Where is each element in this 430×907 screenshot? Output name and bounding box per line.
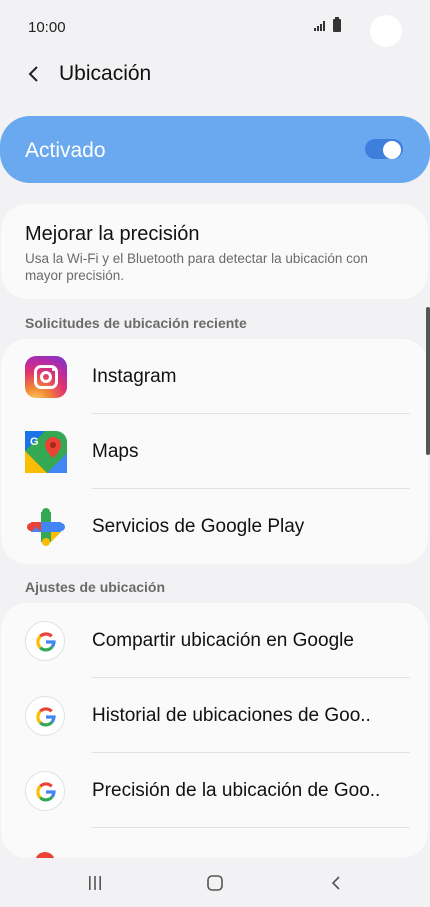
- list-item-maps[interactable]: G Maps: [1, 414, 428, 489]
- camera-cutout: [370, 15, 402, 47]
- switch-knob: [383, 141, 401, 159]
- location-master-toggle[interactable]: Activado: [0, 116, 430, 183]
- list-item-label: Instagram: [92, 365, 177, 387]
- location-settings-list: Compartir ubicación en Google Historial …: [1, 603, 428, 858]
- google-maps-icon: G: [25, 430, 67, 473]
- recent-requests-header: Solicitudes de ubicación reciente: [25, 315, 247, 331]
- list-item-label: Servicios de Google Play: [92, 515, 305, 537]
- master-toggle-label: Activado: [25, 139, 106, 162]
- page-title: Ubicación: [59, 62, 152, 85]
- recent-requests-list: Instagram G Maps Servicios de Google Pla…: [1, 339, 428, 564]
- instagram-icon: [25, 355, 67, 398]
- list-item-google-location-accuracy[interactable]: Precisión de la ubicación de Goo..: [1, 753, 428, 828]
- list-item-google-location-history[interactable]: Historial de ubicaciones de Goo..: [1, 678, 428, 753]
- back-arrow-icon[interactable]: [26, 64, 42, 84]
- google-play-services-icon: [27, 507, 65, 546]
- recents-icon[interactable]: [87, 875, 103, 891]
- list-item-instagram[interactable]: Instagram: [1, 339, 428, 414]
- status-time: 10:00: [28, 19, 66, 36]
- list-item-label: Precisión de la ubicación de Goo..: [92, 779, 381, 801]
- list-item-google-play-services[interactable]: Servicios de Google Play: [1, 489, 428, 564]
- list-item-partial[interactable]: [1, 828, 428, 858]
- svg-text:G: G: [30, 436, 39, 448]
- status-bar: 10:00: [0, 0, 430, 56]
- back-icon[interactable]: [330, 875, 342, 891]
- google-g-icon: [25, 620, 65, 661]
- list-item-label: Maps: [92, 440, 139, 462]
- signal-icon: [314, 21, 325, 31]
- list-item-label: Historial de ubicaciones de Goo..: [92, 704, 371, 726]
- location-switch[interactable]: [365, 139, 403, 159]
- list-item-google-location-sharing[interactable]: Compartir ubicación en Google: [1, 603, 428, 678]
- home-icon[interactable]: [207, 875, 223, 891]
- battery-icon: [333, 17, 341, 32]
- list-item-label: Compartir ubicación en Google: [92, 629, 354, 651]
- google-g-icon: [25, 770, 65, 811]
- location-settings-header: Ajustes de ubicación: [25, 579, 166, 595]
- accuracy-description: Usa la Wi-Fi y el Bluetooth para detecta…: [25, 251, 368, 283]
- google-g-icon: [25, 695, 65, 736]
- navigation-bar: [0, 858, 430, 907]
- accuracy-title: Mejorar la precisión: [25, 223, 200, 245]
- scrollbar[interactable]: [426, 307, 430, 455]
- improve-accuracy-item[interactable]: Mejorar la precisión Usa la Wi-Fi y el B…: [1, 204, 428, 299]
